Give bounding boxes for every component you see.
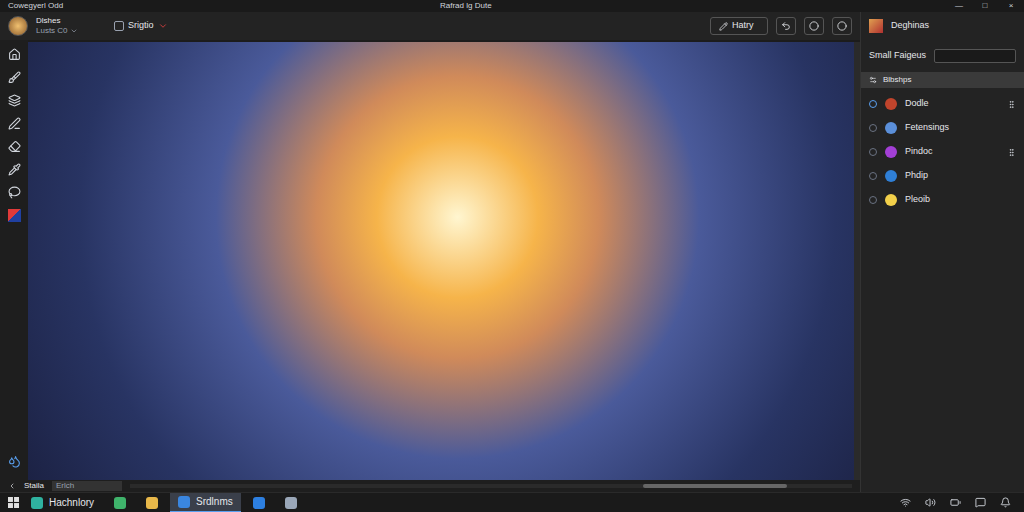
window-control[interactable]: □	[972, 0, 998, 12]
tool-button[interactable]	[832, 17, 852, 35]
volume-icon[interactable]	[925, 497, 936, 508]
app-icon	[285, 497, 297, 509]
windows-icon[interactable]	[8, 497, 19, 508]
radio[interactable]	[869, 172, 877, 180]
status-field[interactable]: Erlch	[52, 481, 122, 491]
layer-row[interactable]: Pleoib	[861, 188, 1024, 212]
layer-row[interactable]: Pindoc	[861, 140, 1024, 164]
status-row: Staila Erlch	[0, 480, 860, 492]
undo-icon	[781, 21, 791, 31]
right-panel: DeghinasSmall FaigeusBlbshpsDodleFetensi…	[860, 12, 1024, 492]
section-header[interactable]: Blbshps	[861, 72, 1024, 88]
tool-button[interactable]	[804, 17, 824, 35]
chevron-icon	[158, 21, 168, 31]
eraser-icon[interactable]	[8, 140, 21, 153]
bell-icon[interactable]	[1000, 497, 1011, 508]
window-control[interactable]: —	[946, 0, 972, 12]
app-icon	[253, 497, 265, 509]
panel-input[interactable]	[934, 49, 1016, 63]
status-label: Staila	[24, 480, 44, 492]
taskbar-item[interactable]: Hachnlory	[23, 493, 102, 512]
frame-icon	[114, 21, 124, 31]
taskbar-item[interactable]	[277, 493, 305, 512]
app-icon	[114, 497, 126, 509]
droplets-icon[interactable]	[8, 455, 21, 468]
taskbar: Hachnlory Srdlnms	[0, 492, 1024, 512]
pencil-icon	[719, 22, 728, 31]
app-icon	[31, 497, 43, 509]
left-icon[interactable]	[8, 482, 16, 490]
pen-icon[interactable]	[8, 117, 21, 130]
grip-icon[interactable]	[1007, 148, 1016, 157]
layer-row[interactable]: Phdip	[861, 164, 1024, 188]
app-name: Cowegyerl Odd	[0, 0, 440, 12]
grip-icon[interactable]	[1007, 100, 1016, 109]
taskbar-item[interactable]	[138, 493, 166, 512]
user-block[interactable]: DlshesLusts C0	[36, 16, 106, 36]
app-icon	[178, 496, 190, 508]
avatar-icon[interactable]	[8, 16, 28, 36]
brush-icon[interactable]	[8, 71, 21, 84]
wifi-icon[interactable]	[900, 497, 911, 508]
layer-row[interactable]: Fetensings	[861, 116, 1024, 140]
taskbar-item[interactable]	[245, 493, 273, 512]
lasso-icon[interactable]	[8, 186, 21, 199]
taskbar-item[interactable]: Srdlnms	[170, 493, 241, 512]
title-bar: Cowegyerl OddRafrad lg Dute—□×	[0, 0, 1024, 12]
radio[interactable]	[869, 196, 877, 204]
scroll-thumb[interactable]	[643, 484, 787, 488]
layer-row[interactable]: Dodle	[861, 92, 1024, 116]
toolbar-button[interactable]: Hatry	[710, 17, 768, 35]
settings-icon	[869, 76, 877, 84]
radio[interactable]	[869, 100, 877, 108]
toolbar: DlshesLusts C0 Srigtio Hatry	[0, 12, 860, 40]
window-control[interactable]: ×	[998, 0, 1024, 12]
horizontal-scrollbar[interactable]	[130, 484, 852, 488]
canvas[interactable]	[28, 42, 854, 480]
color-dot	[885, 170, 897, 182]
layer-list: DodleFetensingsPindocPhdipPleoib	[861, 88, 1024, 212]
taskbar-item[interactable]	[106, 493, 134, 512]
chat-icon[interactable]	[975, 497, 986, 508]
circle-icon	[809, 21, 819, 31]
dropdown[interactable]: Srigtio	[114, 19, 168, 33]
chevron-icon	[70, 27, 78, 35]
layers-icon[interactable]	[8, 94, 21, 107]
field-label: Small Faigeus	[869, 49, 926, 63]
tool-rail	[0, 40, 28, 480]
battery-icon[interactable]	[950, 497, 961, 508]
radio[interactable]	[869, 124, 877, 132]
app-window: Cowegyerl OddRafrad lg Dute—□×DlshesLust…	[0, 0, 1024, 512]
home-icon[interactable]	[8, 48, 21, 61]
tool-button[interactable]	[776, 17, 796, 35]
circle-icon	[837, 21, 847, 31]
color-dot	[885, 194, 897, 206]
window-title: Rafrad lg Dute	[440, 0, 946, 12]
color-dot	[885, 122, 897, 134]
panel-header: Deghinas	[861, 12, 1024, 40]
color-dot	[885, 98, 897, 110]
app-icon	[146, 497, 158, 509]
radio[interactable]	[869, 148, 877, 156]
panel-thumb-icon	[869, 19, 883, 33]
color-dot	[885, 146, 897, 158]
color-swatch-icon[interactable]	[8, 209, 21, 222]
pipette-icon[interactable]	[8, 163, 21, 176]
